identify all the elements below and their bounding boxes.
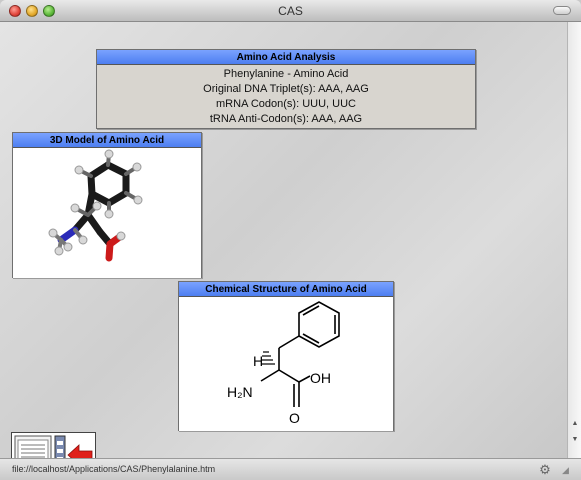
window-title: CAS (278, 4, 303, 18)
page-content: Amino Acid Analysis Phenylanine - Amino … (0, 22, 567, 477)
browser-window: CAS Amino Acid Analysis Phenylanine - Am… (0, 0, 581, 480)
hydroxyl-label: OH (310, 370, 331, 386)
mrna-codons: mRNA Codon(s): UUU, UUC (216, 98, 356, 110)
model-panel-header: 3D Model of Amino Acid (13, 133, 201, 148)
scroll-up-icon[interactable]: ▲ (570, 420, 580, 428)
amino-acid-name: Phenylanine - Amino Acid (223, 68, 349, 80)
vertical-scrollbar[interactable]: ▲ ▼ (567, 22, 581, 458)
toolbar-toggle-button[interactable] (553, 6, 571, 15)
title-bar[interactable]: CAS (0, 0, 581, 22)
phenylalanine-structure-image: H H₂N OH O (227, 301, 340, 426)
chemical-structure-panel: Chemical Structure of Amino Acid H H₂N O… (178, 281, 394, 431)
hydrogen-label: H (253, 353, 263, 369)
oxygen-label: O (289, 410, 300, 426)
3d-model-panel: 3D Model of Amino Acid (12, 132, 202, 278)
molecule-3d-image (48, 149, 143, 262)
amine-label: H₂N (227, 384, 253, 400)
structure-diagram: H H₂N OH O (179, 297, 393, 431)
resize-grip-icon[interactable]: ◢ (562, 465, 576, 477)
status-url: file://localhost/Applications/CAS/Phenyl… (12, 464, 216, 474)
dna-triplets: Original DNA Triplet(s): AAA, AAG (203, 83, 369, 95)
amino-acid-analysis-panel: Amino Acid Analysis Phenylanine - Amino … (96, 49, 476, 129)
3d-molecule-view[interactable] (13, 148, 201, 278)
scroll-down-icon[interactable]: ▼ (570, 436, 580, 444)
structure-panel-header: Chemical Structure of Amino Acid (179, 282, 393, 297)
gear-icon[interactable]: ⚙ (537, 462, 553, 478)
trna-anticodons: tRNA Anti-Codon(s): AAA, AAG (209, 113, 363, 125)
status-bar: file://localhost/Applications/CAS/Phenyl… (0, 458, 581, 480)
analysis-panel-header: Amino Acid Analysis (97, 50, 475, 65)
